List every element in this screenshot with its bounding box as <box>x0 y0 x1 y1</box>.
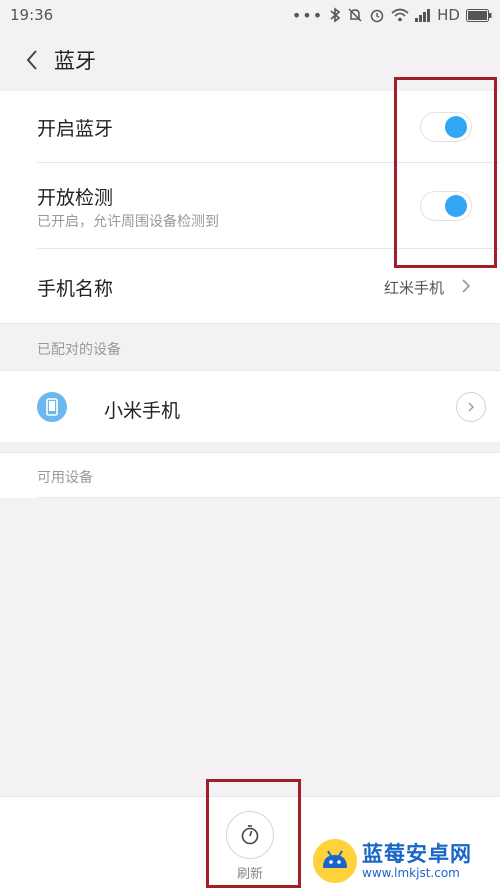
device-name: 小米手机 <box>104 400 181 422</box>
status-time: 19:36 <box>10 6 54 24</box>
page-title: 蓝牙 <box>54 49 96 73</box>
paired-section-header: 已配对的设备 <box>0 323 500 370</box>
watermark-text: 蓝莓安卓网 www.lmkjst.com <box>362 842 472 880</box>
discoverable-toggle[interactable] <box>420 191 472 221</box>
battery-icon <box>466 8 492 22</box>
toggle-knob <box>445 116 467 138</box>
bluetooth-icon <box>329 7 341 23</box>
bluetooth-toggle[interactable] <box>420 112 472 142</box>
available-section-label: 可用设备 <box>37 470 93 486</box>
phone-name-value: 红米手机 <box>383 279 444 297</box>
phone-name-label: 手机名称 <box>37 278 114 300</box>
android-logo-icon <box>313 839 357 883</box>
phone-icon <box>37 392 67 422</box>
header: 蓝牙 <box>0 30 500 90</box>
refresh-icon <box>241 825 259 845</box>
available-section-header: 可用设备 <box>0 452 500 498</box>
mute-icon <box>347 7 363 23</box>
watermark-url: www.lmkjst.com <box>362 866 460 880</box>
watermark-title: 蓝莓安卓网 <box>362 842 472 866</box>
refresh-button[interactable] <box>226 811 274 859</box>
refresh-label: 刷新 <box>236 867 263 882</box>
back-icon[interactable] <box>12 40 52 80</box>
paired-section-label: 已配对的设备 <box>37 342 121 358</box>
watermark: 蓝莓安卓网 www.lmkjst.com <box>312 836 498 886</box>
phone-name-row[interactable]: 手机名称 红米手机 <box>0 249 500 323</box>
wifi-icon <box>391 8 409 22</box>
device-details-button[interactable] <box>456 392 486 422</box>
chevron-right-icon <box>458 278 474 294</box>
bluetooth-row[interactable]: 开启蓝牙 <box>0 91 500 163</box>
paired-device-row[interactable]: 小米手机 <box>0 370 500 442</box>
alarm-icon <box>369 7 385 23</box>
divider <box>37 497 500 498</box>
toggle-knob <box>445 195 467 217</box>
discoverable-label: 开放检测 <box>37 187 114 209</box>
discoverable-row[interactable]: 开放检测 已开启，允许周围设备检测到 <box>0 163 500 249</box>
bluetooth-label: 开启蓝牙 <box>37 118 114 140</box>
network-type: HD <box>437 6 460 24</box>
status-icons: ••• HD <box>292 6 492 25</box>
more-icon: ••• <box>291 5 324 25</box>
discoverable-sublabel: 已开启，允许周围设备检测到 <box>37 214 219 230</box>
status-bar: 19:36 ••• HD <box>0 0 500 30</box>
signal-icon <box>415 8 431 22</box>
